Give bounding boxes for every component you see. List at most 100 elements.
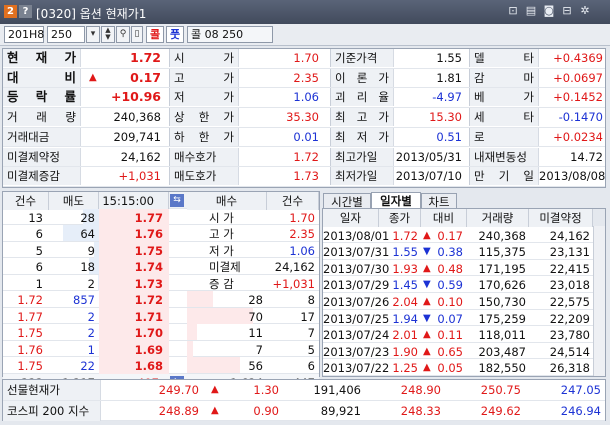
quote-label: 세 타	[469, 108, 539, 127]
quote-label: 이 론 가	[330, 68, 394, 87]
daily-change: 0.17	[437, 228, 463, 243]
info-value: 2.35	[289, 227, 315, 241]
link-icon[interactable]: ⊟	[560, 4, 574, 18]
code-input[interactable]: 201H8	[4, 26, 44, 43]
pin-icon[interactable]: ⊡	[506, 4, 520, 18]
bid-left-count: 2	[87, 326, 95, 340]
search-icon[interactable]: ⚲	[116, 26, 130, 43]
refresh-icon[interactable]: ⇆	[170, 194, 184, 207]
ask-price[interactable]: 1.76	[99, 225, 169, 243]
bid-price[interactable]: 1.68	[99, 357, 169, 375]
daily-change: 0.65	[437, 344, 463, 359]
daily-table: 일자 종가 대비 거래량 미결약정 2013/08/01 1.72 ▲ 0.17 240,368 2…	[322, 208, 606, 377]
bid-left-count: 22	[80, 359, 95, 373]
daily-change: 0.10	[437, 295, 463, 309]
tab-daily[interactable]: 일자별	[371, 192, 421, 209]
app-icon: 2	[4, 5, 17, 18]
column-header: 미결약정	[529, 209, 593, 227]
header-bid: 매수	[187, 192, 267, 210]
call-tab[interactable]: 콜	[146, 26, 164, 43]
bid-price[interactable]: 1.71	[99, 307, 169, 326]
daily-volume: 203,487	[478, 344, 526, 359]
header-count-ask: 건수	[3, 192, 49, 210]
daily-row[interactable]: 2013/08/01 1.72 ▲ 0.17 240,368 24,162	[323, 227, 605, 244]
quote-label: 매도호가	[169, 167, 239, 186]
ask-row: 1 2 1.73 증 감 +1,031	[3, 274, 319, 293]
bid-prev-price: 1.72	[17, 293, 43, 307]
gear-icon[interactable]: ✲	[578, 4, 592, 18]
index-change: 0.90	[253, 403, 279, 418]
quote-value: 1.81	[436, 70, 462, 85]
strike-input[interactable]: 250	[47, 26, 85, 43]
quote-value: -4.97	[432, 90, 462, 105]
bid-price[interactable]: 1.72	[99, 291, 169, 309]
daily-open-interest: 22,575	[549, 295, 590, 309]
quote-panel: 현 재 가 1.72 시 가 1.70 기준가격 1.55 델 타 +0.4369 대 비 ▲ 0.…	[2, 48, 606, 188]
info-label: 증 감	[209, 276, 234, 291]
save-icon[interactable]: ▤	[524, 4, 538, 18]
ask-price[interactable]: 1.75	[99, 241, 169, 260]
daily-change: 0.59	[437, 278, 463, 293]
bid-left-count: 2	[87, 309, 95, 324]
daily-open-interest: 23,131	[549, 245, 590, 260]
quote-value: 0.51	[436, 129, 462, 144]
help-icon[interactable]: ?	[19, 5, 32, 18]
tab-hourly[interactable]: 시간별	[323, 193, 371, 209]
daily-row[interactable]: 2013/07/25 1.94 ▼ 0.07 175,259 22,209	[323, 310, 605, 327]
daily-row[interactable]: 2013/07/31 1.55 ▼ 0.38 115,375 23,131	[323, 243, 605, 260]
bid-price[interactable]: 1.69	[99, 340, 169, 359]
quote-label: 거 래 량	[3, 108, 81, 127]
index-open: 248.90	[400, 383, 441, 397]
quote-value: 2013/07/10	[395, 169, 462, 184]
daily-volume: 171,195	[478, 261, 526, 276]
daily-row[interactable]: 2013/07/24 2.01 ▲ 0.11 118,011 23,780	[323, 326, 605, 343]
up-arrow-icon: ▲	[423, 296, 431, 307]
quote-value: +0.4369	[553, 51, 603, 65]
camera-icon[interactable]: ◙	[542, 4, 556, 18]
daily-open-interest: 24,162	[549, 228, 590, 243]
daily-scrollbar[interactable]	[593, 226, 605, 376]
ask-quantity: 64	[80, 227, 95, 241]
ask-price[interactable]: 1.74	[99, 258, 169, 276]
ask-price[interactable]: 1.77	[99, 208, 169, 227]
daily-row[interactable]: 2013/07/30 1.93 ▲ 0.48 171,195 22,415	[323, 260, 605, 277]
tab-chart[interactable]: 차트	[421, 193, 457, 209]
daily-row[interactable]: 2013/07/22 1.25 ▲ 0.05 182,550 26,318	[323, 359, 605, 376]
toolbar: 201H8 250 ▾ ▲ ▼ ⚲ ▯ 콜 풋 콜 08 250	[0, 24, 610, 46]
orderbook-header: 건수 매도 15:15:00 ⇆ 매수 건수	[3, 192, 319, 210]
ask-count: 6	[35, 260, 43, 274]
strike-dropdown-icon[interactable]: ▾	[86, 26, 100, 43]
bid-price[interactable]: 1.70	[99, 324, 169, 342]
bid-quantity: 7	[255, 342, 263, 357]
quote-value: +10.96	[110, 89, 161, 105]
index-volume: 191,406	[313, 383, 361, 397]
bid-prev-price: 1.75	[17, 359, 43, 373]
ask-quantity: 9	[87, 243, 95, 258]
put-tab[interactable]: 풋	[166, 26, 184, 43]
bid-row: 1.72 857 1.72 28 8	[3, 291, 319, 309]
quote-label: 저 가	[169, 88, 239, 107]
quote-label: 최 저 가	[330, 127, 394, 146]
options-icon[interactable]: ▯	[131, 26, 143, 43]
column-header: 일자	[323, 209, 379, 227]
daily-row[interactable]: 2013/07/23 1.90 ▲ 0.65 203,487 24,514	[323, 343, 605, 360]
up-arrow-icon: ▲	[423, 229, 431, 241]
index-change: 1.30	[253, 383, 279, 397]
ask-quantity: 18	[80, 260, 95, 274]
up-arrow-icon: ▲	[211, 384, 219, 395]
index-footer: 선물현재가 249.70 ▲ 1.30 191,406 248.90 250.75 247.0…	[2, 379, 606, 421]
daily-row[interactable]: 2013/07/29 1.45 ▼ 0.59 170,626 23,018	[323, 276, 605, 293]
daily-date: 2013/08/01	[323, 228, 390, 243]
ask-price[interactable]: 1.73	[99, 274, 169, 293]
quote-label: 최저가일	[330, 167, 394, 186]
strike-spinner[interactable]: ▲ ▼	[101, 26, 115, 43]
daily-date: 2013/07/30	[323, 261, 390, 276]
index-row: 코스피 200 지수 248.89 ▲ 0.90 89,921 248.33 249.62 2…	[3, 400, 605, 421]
quote-label: 베 가	[469, 88, 539, 107]
bid-quantity: 56	[248, 359, 263, 373]
daily-row[interactable]: 2013/07/26 2.04 ▲ 0.10 150,730 22,575	[323, 293, 605, 310]
daily-open-interest: 22,209	[549, 311, 590, 326]
bid-row: 1.77 2 1.71 70 17	[3, 307, 319, 326]
header-time: 15:15:00	[99, 192, 169, 210]
index-value: 248.89	[158, 403, 199, 418]
